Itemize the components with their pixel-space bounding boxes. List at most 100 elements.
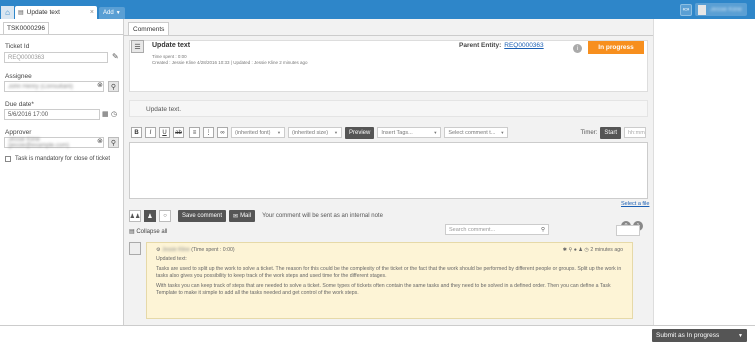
bold-button[interactable]: B [131, 127, 142, 138]
search-comment-input[interactable]: Search comment... ⚲ [445, 224, 549, 235]
flags-icon[interactable]: ✱ ⚲ ● ♟ ◷ [563, 247, 589, 253]
insert-tags-select[interactable]: Insert Tags... ▼ [377, 127, 442, 138]
user-icon: ♟ [147, 213, 153, 220]
mail-icon: ✉ [233, 213, 239, 220]
attach-file-link[interactable]: Select a file [621, 201, 649, 207]
collapse-panel-button[interactable]: «» [680, 3, 692, 16]
font-select[interactable]: (inherited font) ▼ [231, 127, 285, 138]
link-button[interactable]: ∞ [217, 127, 228, 138]
left-panel: TSK0000296 Ticket Id REQ0000363 ✎ Assign… [0, 19, 124, 325]
clear-icon[interactable]: ⊗ [97, 137, 103, 145]
add-label: Add [103, 10, 114, 16]
comment-header: ⚙ Jessie Kline (Time spent : 0:00) ✱ ⚲ ●… [156, 247, 623, 254]
mandatory-row[interactable]: Task is mandatory for close of ticket [5, 156, 110, 162]
comment-editor[interactable] [129, 142, 648, 199]
comment-author: Jessie Kline [162, 247, 190, 253]
internal-note-text: Your comment will be sent as an internal… [262, 213, 383, 219]
close-icon[interactable]: × [90, 9, 94, 16]
clock-icon[interactable]: ◷ [111, 110, 117, 118]
timer-input[interactable]: hh:mm [624, 127, 646, 138]
info-icon[interactable]: i [573, 44, 582, 53]
tab-strip: ⌂ ▤ Update text × Add ▼ [0, 6, 125, 19]
approver-label: Approver [5, 129, 32, 136]
public-visibility-button[interactable]: ○ [159, 210, 171, 222]
mail-button[interactable]: ✉ Mail [229, 210, 256, 222]
editor-toolbar: B I U ab ≡ ⋮ ∞ (inherited font) ▼ (inheri… [129, 123, 648, 142]
caret-down-icon[interactable]: ▼ [738, 333, 743, 339]
comment-time-spent: (Time spent : 0:00) [191, 247, 235, 253]
right-panel [653, 19, 755, 325]
strikethrough-button[interactable]: ab [173, 127, 184, 138]
home-tab[interactable]: ⌂ [1, 6, 14, 19]
assignee-field[interactable]: John Henry (Consultant) [4, 81, 104, 92]
calendar-icon[interactable]: ▦ [102, 110, 109, 118]
parent-entity: Parent Entity: REQ0000363 [459, 42, 544, 49]
comment-template-select[interactable]: Select comment t... ▼ [444, 127, 509, 138]
size-select-value: (inherited size) [292, 129, 329, 136]
due-date-field[interactable]: 5/6/2016 17:00 [4, 109, 100, 120]
collapse-all-link[interactable]: ▤ Collapse all [129, 228, 167, 235]
unordered-list-button[interactable]: ⋮ [203, 127, 214, 138]
edit-icon[interactable]: ✎ [112, 52, 119, 61]
internal-visibility-button[interactable]: ♟ [144, 210, 156, 222]
parent-entity-link[interactable]: REQ0000363 [504, 42, 543, 49]
document-icon: ▤ [18, 10, 24, 16]
search-approver-button[interactable]: ⚲ [108, 137, 119, 148]
document-icon: ☰ [131, 40, 144, 53]
gear-icon[interactable]: ⚙ [156, 247, 161, 253]
size-select[interactable]: (inherited size) ▼ [288, 127, 342, 138]
assignee-value: John Henry (Consultant) [8, 83, 74, 90]
tab-update-text[interactable]: ▤ Update text × [15, 6, 97, 19]
ticket-id-field[interactable]: REQ0000363 [4, 52, 108, 63]
clear-icon[interactable]: ⊗ [97, 81, 103, 89]
group-visibility-button[interactable]: ♟♟ [129, 210, 141, 222]
avatar [129, 242, 141, 255]
comment-paragraph: With tasks you can keep track of steps t… [156, 283, 611, 296]
divider [0, 34, 124, 35]
parent-entity-label: Parent Entity: [459, 42, 502, 49]
underline-button[interactable]: U [159, 127, 170, 138]
tab-title: Update text [26, 9, 60, 16]
comment-paragraph: Tasks are used to split up the work to s… [156, 266, 622, 279]
approver-field[interactable]: Jessie Kline (jessie@example.com) [4, 137, 104, 149]
assignee-label: Assignee [5, 73, 32, 80]
top-bar: ⌂ ▤ Update text × Add ▼ «» Jessie Kline [0, 0, 755, 19]
due-date-label: Due date* [5, 101, 34, 108]
insert-tags-value: Insert Tags... [381, 129, 413, 136]
preview-button[interactable]: Preview [345, 126, 375, 139]
tab-comments[interactable]: Comments [128, 22, 170, 35]
avatar [698, 4, 706, 15]
timer-start-button[interactable]: Start [600, 126, 621, 139]
bulb-icon: ○ [163, 213, 167, 219]
caret-down-icon: ▼ [115, 10, 121, 16]
ticket-id-label: Ticket Id [5, 43, 30, 50]
submit-label: Submit as In progress [656, 332, 720, 339]
caret-down-icon: ▼ [334, 130, 338, 135]
created-info: Created : Jessie Kline 4/28/2016 10:33 |… [152, 60, 308, 65]
caret-down-icon: ▼ [433, 130, 438, 135]
mandatory-checkbox[interactable] [5, 156, 11, 162]
search-placeholder: Search comment... [449, 226, 496, 233]
italic-button[interactable]: I [145, 127, 156, 138]
comment-time-ago: 2 minutes ago [590, 247, 623, 253]
mail-label: Mail [240, 213, 252, 219]
users-icon: ♟♟ [129, 213, 141, 220]
double-arrow-icon: «» [682, 6, 690, 13]
time-spent: Time spent : 0:00 [152, 54, 187, 59]
task-card [129, 40, 648, 92]
submit-button[interactable]: Submit as In progress ▼ [652, 329, 747, 342]
add-tab-button[interactable]: Add ▼ [99, 7, 125, 19]
toolbar-right: «» Jessie Kline [680, 3, 747, 16]
timer-label: Timer: [580, 129, 598, 136]
filter-button[interactable] [616, 225, 640, 236]
status-badge[interactable]: In progress [588, 41, 644, 54]
collapse-icon: ▤ [129, 229, 135, 235]
save-comment-button[interactable]: Save comment [178, 210, 227, 222]
main-area: Comments ☰ Update text Time spent : 0:00… [124, 19, 653, 325]
search-assignee-button[interactable]: ⚲ [108, 81, 119, 92]
task-tab[interactable]: TSK0000296 [3, 22, 49, 34]
body-preview[interactable]: Update text. [129, 100, 648, 117]
ordered-list-button[interactable]: ≡ [189, 127, 200, 138]
user-menu[interactable]: Jessie Kline [695, 3, 747, 16]
user-name: Jessie Kline [710, 6, 743, 13]
